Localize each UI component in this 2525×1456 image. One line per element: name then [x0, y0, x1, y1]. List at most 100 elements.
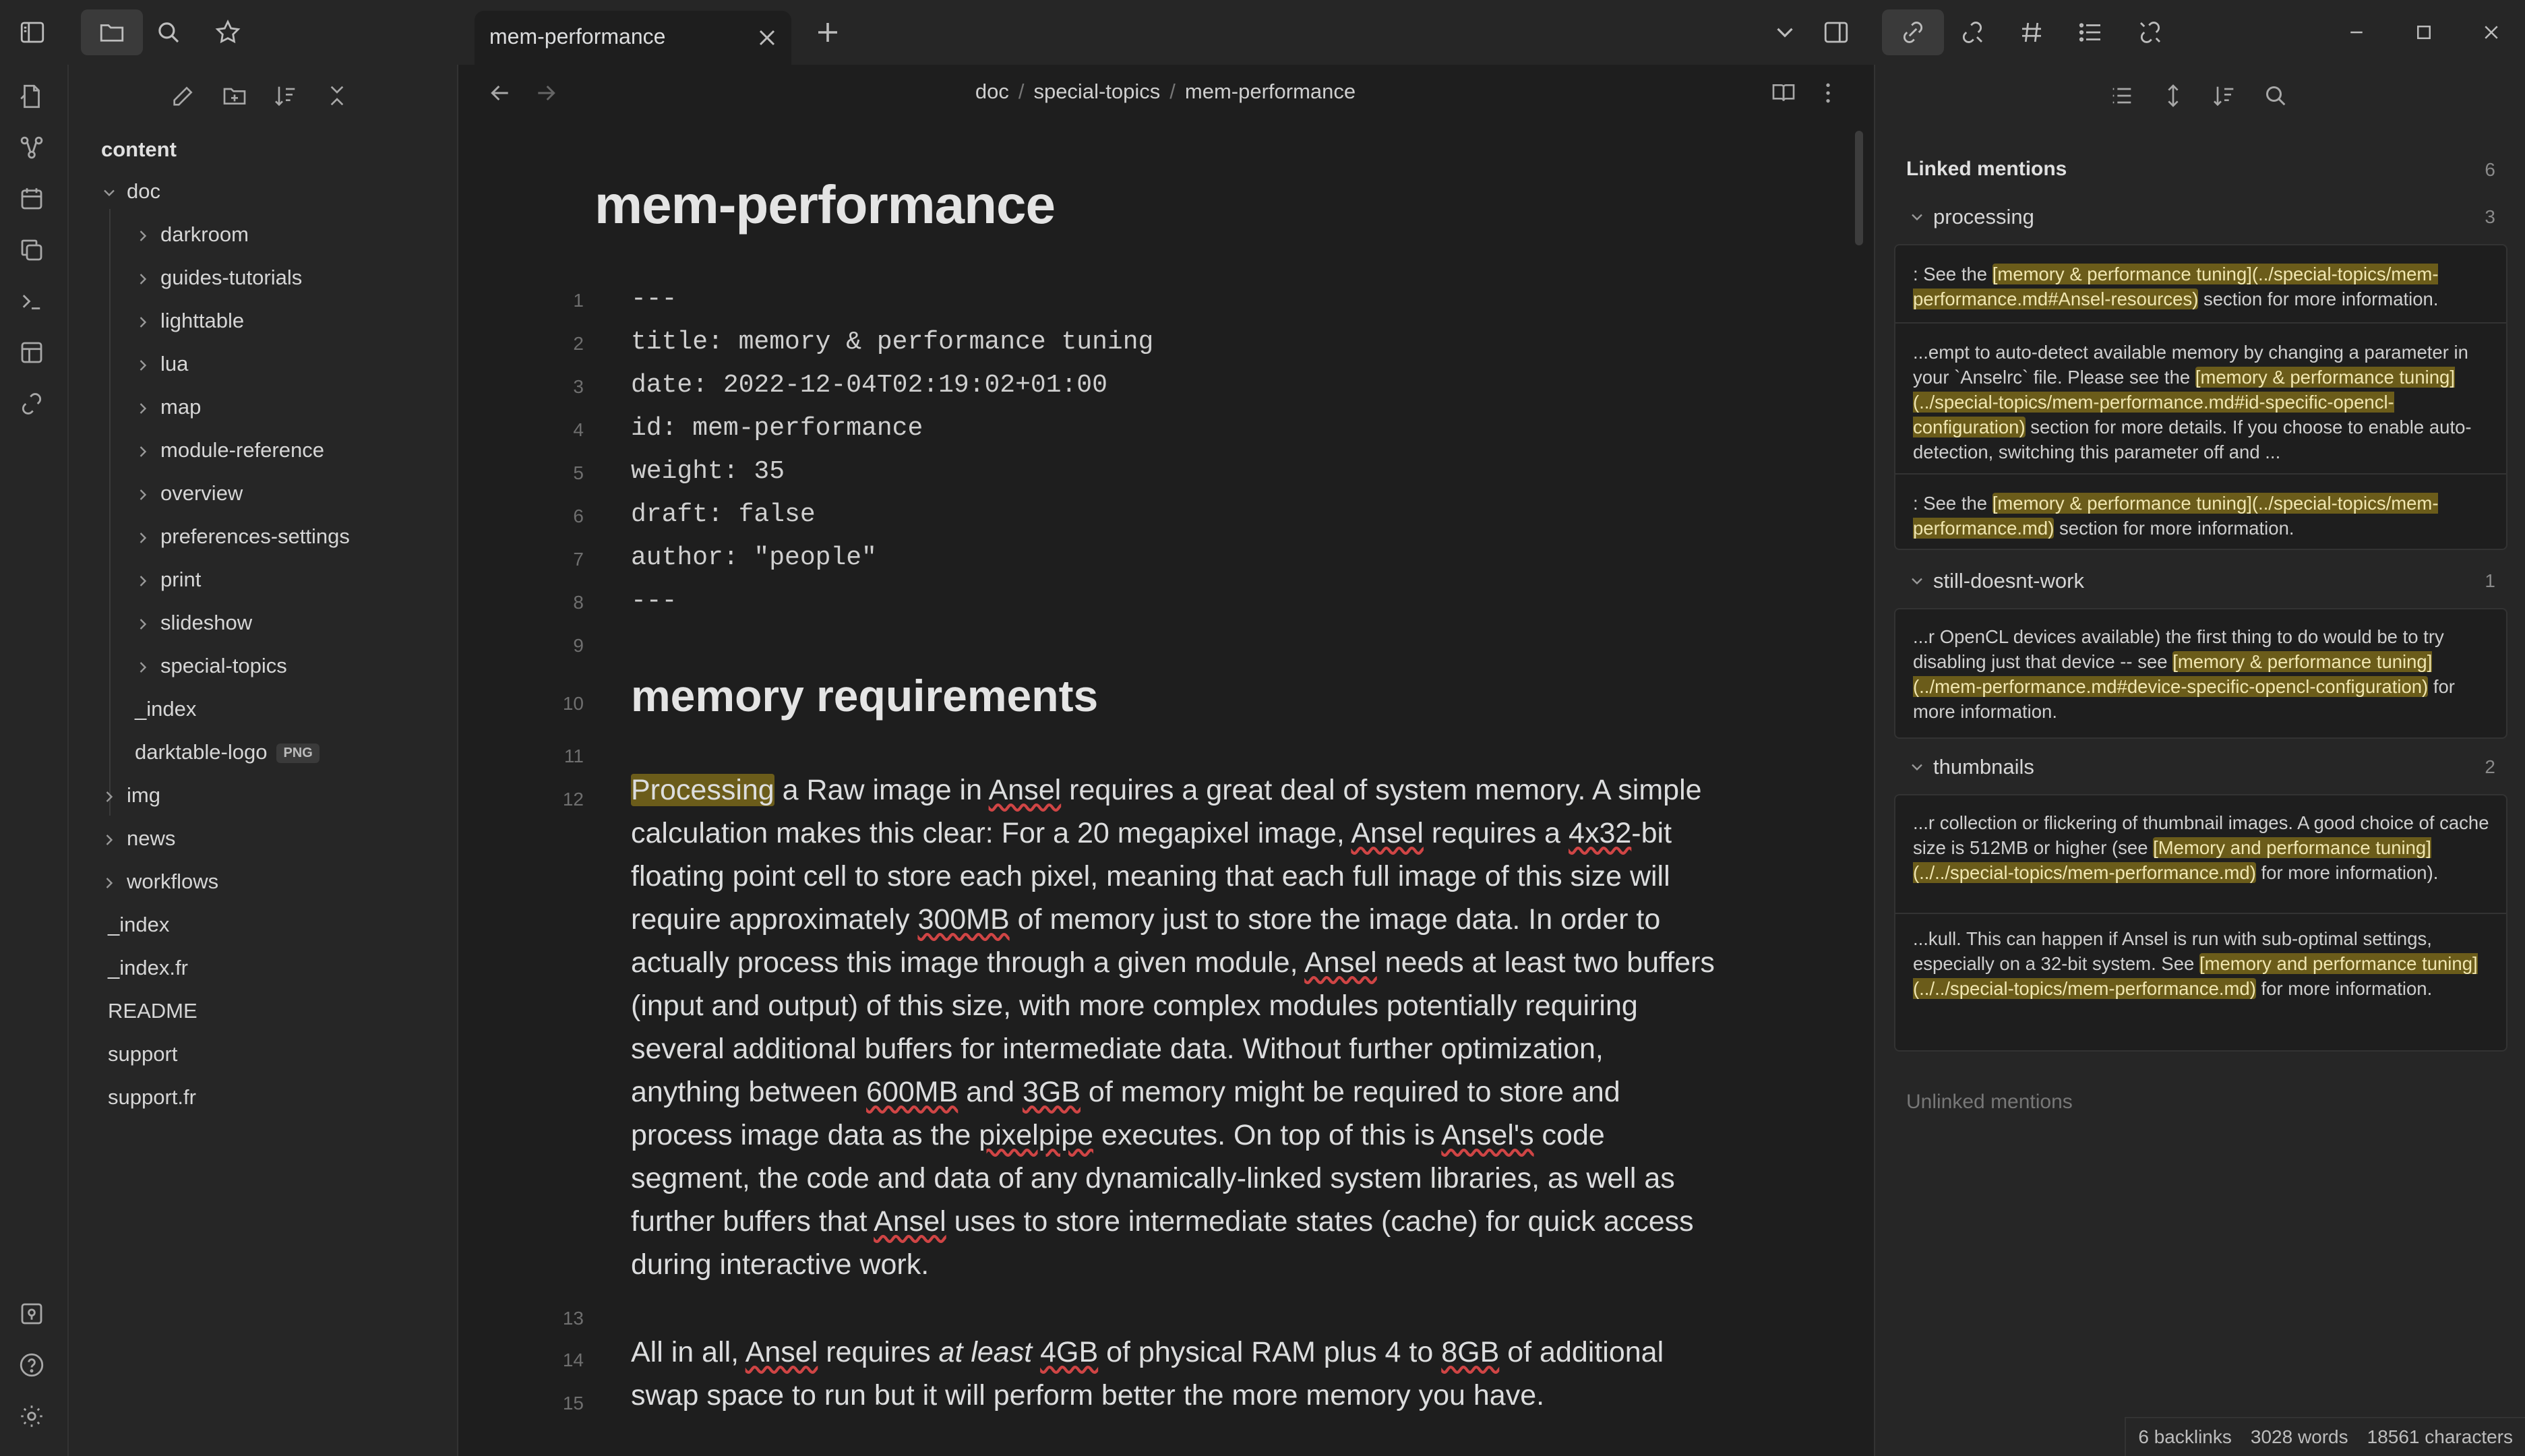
unlinked-mentions-heading[interactable]: Unlinked mentions [1906, 1091, 2073, 1114]
folder-workflows[interactable]: workflows [127, 870, 218, 894]
sort-order-icon[interactable] [272, 82, 303, 113]
chevron-right-icon[interactable] [133, 572, 152, 590]
inline-title[interactable]: mem-performance [595, 174, 1056, 236]
file-readme[interactable]: README [108, 999, 197, 1023]
chevron-right-icon[interactable] [133, 313, 152, 332]
backlink-snippet[interactable]: ...kull. This can happen if Ansel is run… [1913, 926, 2493, 1001]
minimize-icon[interactable] [2340, 16, 2373, 49]
status-backlinks[interactable]: 6 backlinks [2138, 1426, 2232, 1448]
tags-hash-icon[interactable] [2015, 16, 2048, 49]
folder-img[interactable]: img [127, 783, 160, 808]
command-palette-terminal-icon[interactable] [18, 287, 49, 318]
chevron-down-icon[interactable] [1908, 758, 1926, 777]
backlink-snippet[interactable]: : See the [memory & performance tuning](… [1913, 262, 2493, 311]
folder-slideshow[interactable]: slideshow [160, 611, 252, 635]
folder-lighttable[interactable]: lighttable [160, 309, 244, 333]
broken-link-icon[interactable] [18, 390, 49, 421]
breadcrumb: doc / special-topics / mem-performance [458, 80, 1873, 104]
chevron-right-icon[interactable] [133, 226, 152, 245]
paragraph-2[interactable]: All in all, Ansel requires at least 4GB … [631, 1331, 1716, 1417]
vault-root-content[interactable]: content [101, 138, 177, 162]
chevron-right-icon[interactable] [133, 270, 152, 289]
breadcrumb-mem-performance[interactable]: mem-performance [1185, 80, 1356, 103]
folder-doc[interactable]: doc [127, 179, 160, 204]
chevron-right-icon[interactable] [133, 442, 152, 461]
file-doc-index[interactable]: _index [135, 697, 196, 721]
backlink-group-still-doesnt-work[interactable]: still-doesnt-work [1933, 569, 2084, 593]
breadcrumb-special-topics[interactable]: special-topics [1033, 80, 1160, 103]
search-backlinks-icon[interactable] [2262, 82, 2293, 113]
chevron-right-icon[interactable] [133, 399, 152, 418]
backlink-snippet[interactable]: ...empt to auto-detect available memory … [1913, 340, 2493, 464]
chevron-right-icon[interactable] [100, 874, 119, 892]
close-window-icon[interactable] [2475, 16, 2507, 49]
breadcrumb-doc[interactable]: doc [975, 80, 1009, 103]
new-folder-icon[interactable] [221, 82, 252, 113]
backlinks-view-icon[interactable] [1882, 9, 1944, 55]
close-tab-icon[interactable] [754, 24, 781, 51]
folder-module-reference[interactable]: module-reference [160, 438, 324, 462]
file--index-fr[interactable]: _index.fr [108, 956, 188, 980]
folder-darkroom[interactable]: darkroom [160, 222, 249, 247]
help-icon[interactable] [18, 1351, 49, 1382]
chevron-right-icon[interactable] [133, 356, 152, 375]
backlink-group-processing[interactable]: processing [1933, 205, 2034, 229]
reading-view-book-icon[interactable] [1770, 80, 1801, 111]
settings-gear-icon[interactable] [18, 1402, 49, 1433]
tab-mem-performance[interactable]: mem-performance [475, 11, 791, 65]
maximize-icon[interactable] [2408, 16, 2440, 49]
graph-view-icon[interactable] [18, 133, 49, 164]
chevron-right-icon[interactable] [133, 658, 152, 677]
more-options-icon[interactable] [1815, 80, 1846, 111]
chevron-down-icon[interactable] [1908, 572, 1926, 590]
canvas-layout-icon[interactable] [18, 338, 49, 369]
file-support-fr[interactable]: support.fr [108, 1085, 196, 1110]
chevron-right-icon[interactable] [100, 830, 119, 849]
snippet-divider [1895, 913, 2506, 914]
new-tab-plus-icon[interactable] [812, 16, 844, 49]
file--index[interactable]: _index [108, 913, 169, 937]
folder-preferences-settings[interactable]: preferences-settings [160, 524, 350, 549]
file-support[interactable]: support [108, 1042, 177, 1066]
backlink-snippet[interactable]: ...r OpenCL devices available) the first… [1913, 624, 2493, 724]
vault-switcher-icon[interactable] [18, 1300, 49, 1331]
folder-map[interactable]: map [160, 395, 201, 419]
open-quick-switcher-icon[interactable] [18, 82, 49, 113]
folder-news[interactable]: news [127, 826, 175, 851]
chevron-down-icon[interactable] [100, 183, 119, 202]
folder-print[interactable]: print [160, 568, 201, 592]
paragraph-1[interactable]: Processing a Raw image in Ansel requires… [631, 768, 1716, 1286]
chevron-right-icon[interactable] [133, 485, 152, 504]
file-darktable-logo[interactable]: darktable-logo PNG [135, 740, 320, 764]
search-icon[interactable] [152, 16, 185, 49]
editor-scrollbar[interactable] [1855, 131, 1863, 245]
collapse-all-icon[interactable] [324, 82, 355, 113]
folder-lua[interactable]: lua [160, 352, 188, 376]
backlink-snippet[interactable]: ...r collection or flickering of thumbna… [1913, 810, 2493, 885]
sort-backlinks-icon[interactable] [2211, 82, 2242, 113]
chevron-right-icon[interactable] [133, 528, 152, 547]
unlinked-icon[interactable] [2134, 16, 2166, 49]
linked-mentions-heading[interactable]: Linked mentions [1906, 158, 2067, 181]
backlink-snippet[interactable]: : See the [memory & performance tuning](… [1913, 491, 2493, 541]
tab-list-chevron-down-icon[interactable] [1769, 16, 1801, 49]
chevron-right-icon[interactable] [100, 787, 119, 806]
templates-copy-icon[interactable] [18, 236, 49, 267]
files-view-icon[interactable] [81, 9, 143, 55]
toggle-right-sidebar-icon[interactable] [1820, 16, 1852, 49]
toggle-left-sidebar-icon[interactable] [16, 16, 49, 49]
new-note-icon[interactable] [170, 82, 201, 113]
show-more-context-icon[interactable] [2160, 82, 2191, 113]
folder-special-topics[interactable]: special-topics [160, 654, 287, 678]
folder-guides-tutorials[interactable]: guides-tutorials [160, 266, 302, 290]
bookmarks-star-icon[interactable] [212, 16, 244, 49]
heading-memory-requirements[interactable]: memory requirements [631, 670, 1098, 721]
outgoing-links-icon[interactable] [1956, 16, 1988, 49]
chevron-right-icon[interactable] [133, 615, 152, 634]
daily-note-calendar-icon[interactable] [18, 185, 49, 216]
collapse-results-list-icon[interactable] [2108, 82, 2139, 113]
backlink-group-thumbnails[interactable]: thumbnails [1933, 755, 2034, 779]
chevron-down-icon[interactable] [1908, 208, 1926, 226]
outline-list-icon[interactable] [2075, 16, 2107, 49]
folder-overview[interactable]: overview [160, 481, 243, 506]
